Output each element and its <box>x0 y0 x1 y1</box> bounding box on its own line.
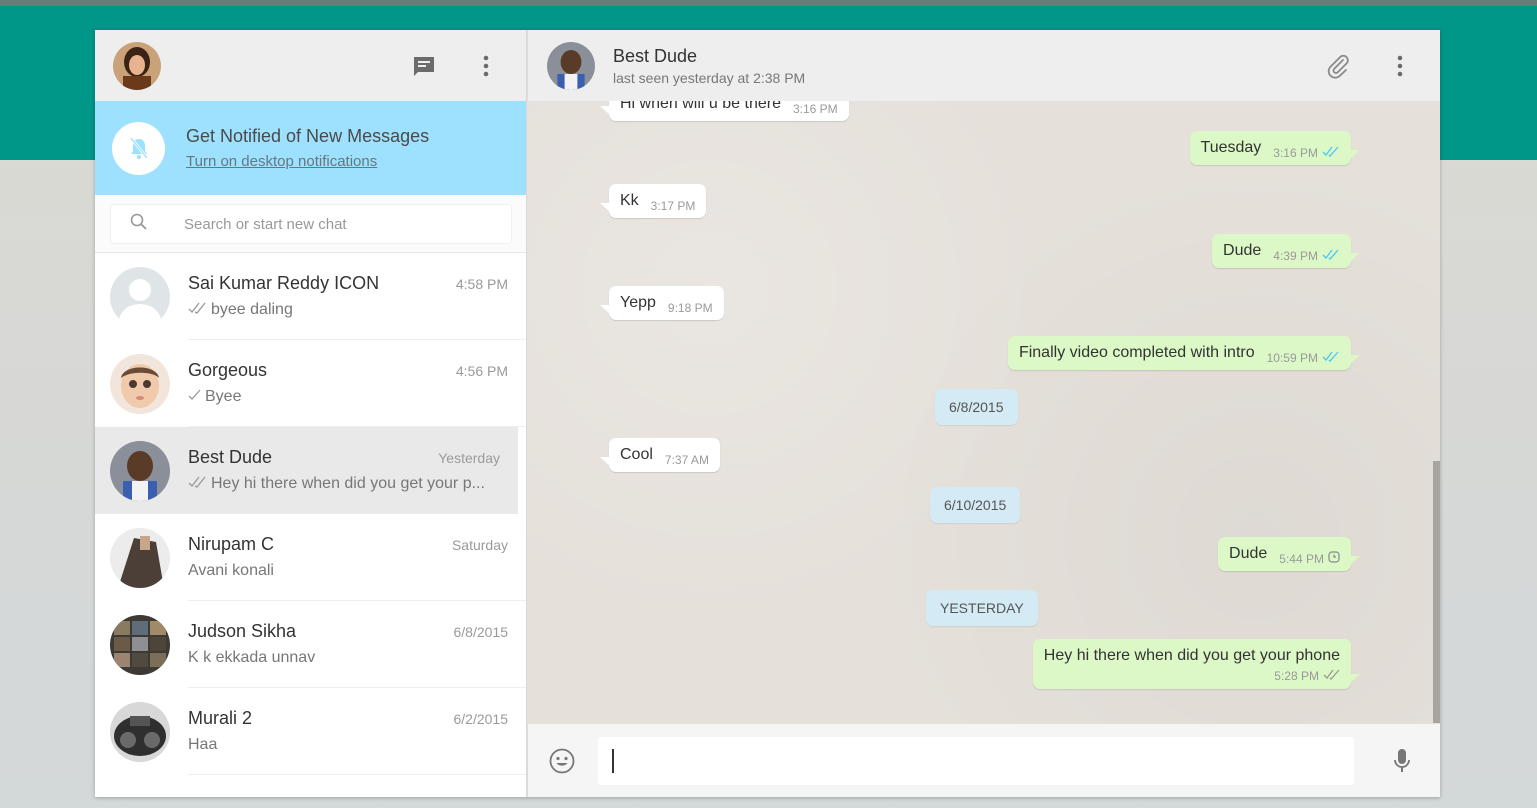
message-bubble-outgoing[interactable]: Tuesday 3:16 PM <box>1189 131 1361 165</box>
chat-preview: Haa <box>188 736 218 753</box>
message-time: 3:16 PM <box>1273 146 1318 160</box>
read-receipt-icon <box>1322 144 1340 162</box>
read-receipt-icon <box>1322 247 1340 265</box>
message-text: Hi when will u be there <box>620 101 781 112</box>
chat-preview: Avani konali <box>188 562 274 579</box>
contact-avatar <box>110 614 170 675</box>
chat-time: Saturday <box>451 537 508 553</box>
message-text: Dude <box>1229 545 1268 562</box>
message-bubble-incoming[interactable]: Yepp 9:18 PM <box>600 286 724 320</box>
message-time: 9:18 PM <box>667 301 713 315</box>
chat-name: Sai Kumar Reddy ICON <box>188 273 380 293</box>
message-composer <box>527 724 1440 797</box>
message-text: Yepp <box>620 294 656 311</box>
date-divider: 6/8/2015 <box>935 389 1018 425</box>
clock-pending-icon <box>1328 550 1340 568</box>
sidebar-header <box>95 30 526 101</box>
read-receipt-icon <box>1322 349 1340 367</box>
chat-time: Yesterday <box>438 450 500 466</box>
chat-list-item-active[interactable]: Best Dude Yesterday Hey hi there when di… <box>95 427 518 514</box>
sidebar: Get Notified of New Messages Turn on des… <box>95 30 527 797</box>
notification-banner[interactable]: Get Notified of New Messages Turn on des… <box>95 101 526 195</box>
chat-icon[interactable] <box>410 52 438 80</box>
message-text: Kk <box>620 192 639 209</box>
my-avatar[interactable] <box>113 41 161 90</box>
chat-preview: byee daling <box>211 301 293 318</box>
chat-name: Best Dude <box>188 447 273 467</box>
message-time: 5:28 PM <box>1274 669 1319 683</box>
message-text: Dude <box>1223 242 1262 259</box>
contact-avatar <box>110 440 170 501</box>
mic-icon[interactable] <box>1388 747 1416 775</box>
chat-time: 4:56 PM <box>455 363 508 379</box>
text-caret <box>612 748 614 773</box>
double-check-icon <box>188 301 208 319</box>
message-time: 3:17 PM <box>650 199 696 213</box>
message-bubble-outgoing[interactable]: Hey hi there when did you get your phone… <box>1032 639 1361 689</box>
contact-avatar <box>110 527 170 588</box>
contact-avatar <box>110 701 170 762</box>
message-text: Finally video completed with intro <box>1018 344 1255 361</box>
message-time: 3:16 PM <box>792 102 838 116</box>
message-time: 10:59 PM <box>1266 351 1318 365</box>
message-time: 7:37 AM <box>664 453 709 467</box>
chat-preview: Byee <box>205 388 242 405</box>
scrollbar[interactable] <box>1433 461 1440 723</box>
date-divider: 6/10/2015 <box>930 487 1021 523</box>
message-time: 5:44 PM <box>1279 552 1324 566</box>
message-bubble-incoming[interactable]: Kk 3:17 PM <box>599 184 707 218</box>
chat-time: 6/8/2015 <box>453 624 509 640</box>
message-time: 4:39 PM <box>1273 249 1318 263</box>
double-check-icon <box>188 475 208 493</box>
chat-list-item[interactable]: Sai Kumar Reddy ICON 4:58 PM byee daling <box>95 253 526 340</box>
date-divider: YESTERDAY <box>926 590 1038 626</box>
chat-list-item[interactable]: Gorgeous 4:56 PM Byee <box>95 340 526 427</box>
search-input[interactable] <box>184 215 484 233</box>
message-text: Tuesday <box>1200 139 1262 156</box>
chat-list-item[interactable]: Murali 2 6/2/2015 Haa <box>95 688 526 775</box>
conversation-pane: Best Dude last seen yesterday at 2:38 PM… <box>527 30 1440 797</box>
chat-time: 4:58 PM <box>455 276 508 292</box>
chat-name: Gorgeous <box>188 360 268 380</box>
smiley-icon[interactable] <box>548 747 576 775</box>
enable-notifications-link[interactable]: Turn on desktop notifications <box>186 153 429 170</box>
more-vert-icon[interactable] <box>1386 52 1414 80</box>
message-text: Hey hi there when did you get your phone <box>1043 647 1340 664</box>
contact-last-seen: last seen yesterday at 2:38 PM <box>613 69 806 86</box>
app-window: Get Notified of New Messages Turn on des… <box>95 30 1440 797</box>
message-bubble-outgoing[interactable]: Finally video completed with intro 10:59 … <box>1007 336 1361 370</box>
search-bar <box>95 195 526 253</box>
chat-name: Nirupam C <box>188 534 275 554</box>
chat-preview: K k ekkada unnav <box>188 649 316 666</box>
message-bubble-incoming[interactable]: Hi when will u be there 3:16 PM <box>600 101 849 121</box>
more-vert-icon[interactable] <box>472 52 500 80</box>
chat-name: Murali 2 <box>188 708 253 728</box>
chat-list-item[interactable]: Nirupam C Saturday Avani konali <box>95 514 526 601</box>
contact-avatar <box>110 353 170 414</box>
conversation-header[interactable]: Best Dude last seen yesterday at 2:38 PM <box>527 30 1440 101</box>
default-avatar-icon <box>110 266 170 327</box>
notification-title: Get Notified of New Messages <box>186 126 430 146</box>
bell-off-icon <box>112 121 165 175</box>
contact-name: Best Dude <box>613 45 698 66</box>
chat-name: Judson Sikha <box>188 621 297 641</box>
chat-preview: Hey hi there when did you get your p... <box>211 475 485 492</box>
chat-list-item[interactable]: Judson Sikha 6/8/2015 K k ekkada unnav <box>95 601 526 688</box>
message-bubble-outgoing[interactable]: Dude 4:39 PM <box>1212 234 1360 268</box>
chat-time: 6/2/2015 <box>453 711 509 727</box>
message-bubble-incoming[interactable]: Cool 7:37 AM <box>600 438 720 472</box>
paperclip-icon[interactable] <box>1324 52 1352 80</box>
message-input[interactable] <box>598 736 1354 785</box>
search-icon[interactable] <box>130 213 148 236</box>
message-text: Cool <box>620 446 653 463</box>
double-check-icon <box>1323 667 1341 685</box>
message-list[interactable]: Hi when will u be there 3:16 PM Tuesday 3:… <box>527 101 1440 724</box>
contact-avatar[interactable] <box>547 41 595 90</box>
single-check-icon <box>188 388 202 406</box>
chat-list: Sai Kumar Reddy ICON 4:58 PM byee daling <box>95 253 526 797</box>
message-bubble-outgoing[interactable]: Dude 5:44 PM <box>1218 537 1360 571</box>
